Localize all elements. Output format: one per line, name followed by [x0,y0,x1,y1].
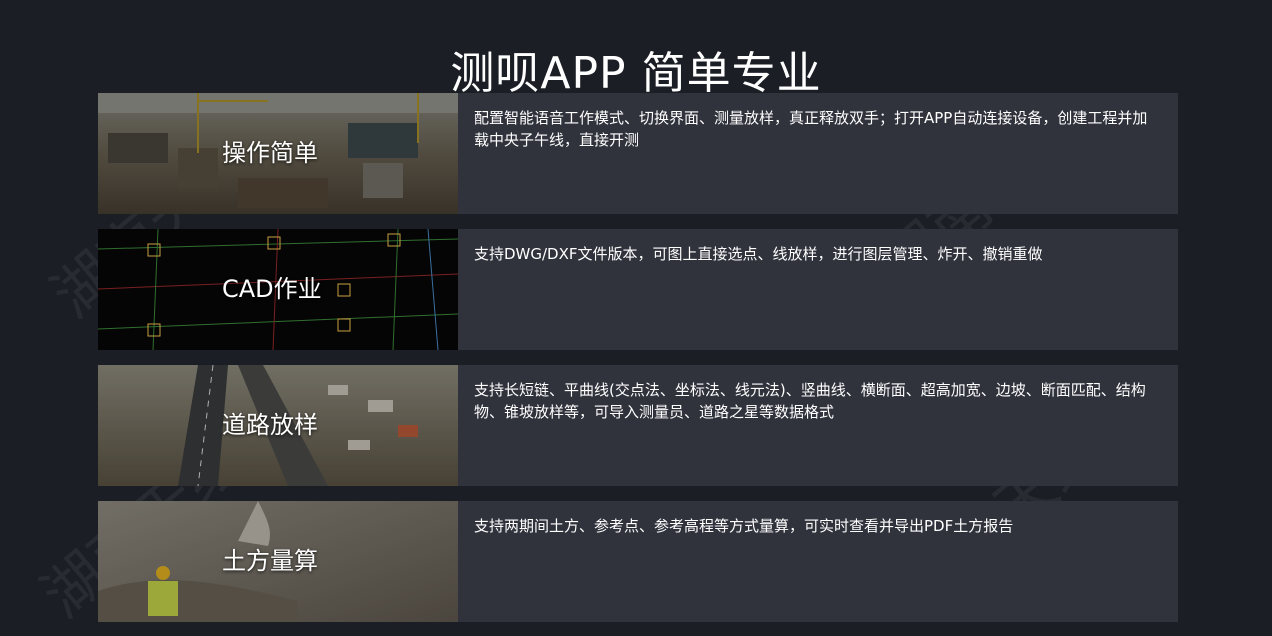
feature-row-easy-operation: 操作简单 配置智能语音工作模式、切换界面、测量放样，真正释放双手；打开APP自动… [98,93,1178,214]
earthwork-image: 土方量算 [98,501,458,622]
feature-label: 道路放样 [222,411,318,439]
feature-row-road-staking: 道路放样 支持长短链、平曲线(交点法、坐标法、线元法)、竖曲线、横断面、超高加宽… [98,365,1178,486]
cad-drawing-image: CAD作业 [98,229,458,350]
page: 湖南天绘 湖南天绘 湖南天绘 湖南天绘 测呗APP 简单专业 [0,0,1272,636]
feature-label: 土方量算 [222,547,318,575]
feature-description: 配置智能语音工作模式、切换界面、测量放样，真正释放双手；打开APP自动连接设备，… [474,109,1148,149]
road-aerial-image: 道路放样 [98,365,458,486]
construction-site-image: 操作简单 [98,93,458,214]
feature-label: 操作简单 [222,139,318,167]
feature-label: CAD作业 [222,275,322,303]
feature-description: 支持DWG/DXF文件版本，可图上直接选点、线放样，进行图层管理、炸开、撤销重做 [474,245,1043,263]
feature-row-earthwork: 土方量算 支持两期间土方、参考点、参考高程等方式量算，可实时查看并导出PDF土方… [98,501,1178,622]
feature-description: 支持长短链、平曲线(交点法、坐标法、线元法)、竖曲线、横断面、超高加宽、边坡、断… [474,381,1146,421]
feature-list: 操作简单 配置智能语音工作模式、切换界面、测量放样，真正释放双手；打开APP自动… [98,93,1178,636]
feature-description: 支持两期间土方、参考点、参考高程等方式量算，可实时查看并导出PDF土方报告 [474,517,1014,535]
feature-row-cad: CAD作业 支持DWG/DXF文件版本，可图上直接选点、线放样，进行图层管理、炸… [98,229,1178,350]
